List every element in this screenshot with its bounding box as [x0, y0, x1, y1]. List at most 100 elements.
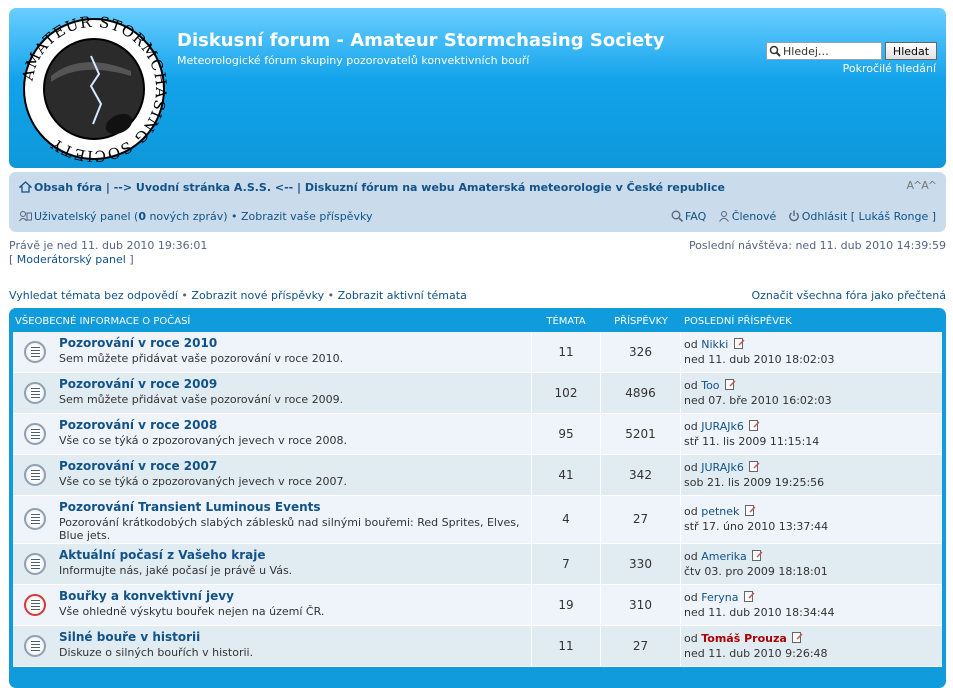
forum-title-link[interactable]: Bouřky a konvektivní jevy: [59, 589, 234, 603]
forum-read-icon: [24, 508, 46, 530]
new-messages-suffix: nových zpráv): [145, 210, 228, 223]
view-latest-post-icon[interactable]: [792, 632, 803, 643]
last-post-author-link[interactable]: JURAJk6: [701, 420, 744, 433]
last-post-author-link[interactable]: Nikki: [701, 338, 728, 351]
topic-count-value: 11: [558, 639, 574, 653]
view-latest-post-icon[interactable]: [733, 338, 745, 349]
post-count-value: 330: [629, 557, 652, 571]
forum-title-link[interactable]: Silné bouře v historii: [59, 630, 200, 644]
site-description: Meteorologické fórum skupiny pozorovatel…: [177, 54, 530, 67]
faq-icon: [671, 210, 683, 222]
forum-description: Vše co se týká o zpozorovaných jevech v …: [59, 434, 347, 447]
last-post-author-link[interactable]: petnek: [701, 505, 739, 518]
forum-title-link[interactable]: Pozorování Transient Luminous Events: [59, 500, 321, 514]
forum-title-link[interactable]: Pozorování v roce 2009: [59, 377, 217, 391]
topic-count-value: 19: [558, 598, 574, 612]
search-icon: [769, 45, 781, 57]
navbar: Obsah fóra | --> Uvodní stránka A.S.S. <…: [9, 172, 946, 232]
forum-post-count: 27: [601, 496, 681, 543]
last-post-info: od Feryna ned 11. dub 2010 18:34:44: [684, 590, 835, 620]
last-post-author-link[interactable]: Tomáš Prouza: [701, 632, 787, 645]
forum-read-icon: [24, 382, 46, 404]
forum-row: Pozorování v roce 2008 Vše co se týká o …: [13, 414, 942, 455]
forum-read-icon: [24, 464, 46, 486]
current-time: Právě je ned 11. dub 2010 19:36:01: [9, 239, 208, 252]
search-field: [766, 42, 882, 60]
forum-row: Aktuální počasí z Vašeho kraje Informujt…: [13, 544, 942, 585]
post-count-value: 27: [632, 512, 649, 526]
new-messages-link[interactable]: 0: [138, 210, 146, 223]
topic-count-value: 7: [562, 557, 570, 571]
user-panel-icon: [19, 211, 32, 222]
column-topics: Témata: [546, 316, 586, 327]
last-post-by: od: [684, 420, 702, 433]
forum-title-link[interactable]: Pozorování v roce 2008: [59, 418, 217, 432]
forum-topic-count: 102: [531, 373, 601, 413]
advanced-search-link[interactable]: Pokročilé hledání: [843, 62, 936, 75]
last-post-by: od: [684, 338, 702, 351]
forum-post-count: 310: [601, 585, 681, 625]
forum-description: Vše co se týká o zpozorovaných jevech v …: [59, 475, 347, 488]
last-post-info: od JURAJk6 stř 11. lis 2009 11:15:14: [684, 419, 819, 449]
new-posts-link[interactable]: Zobrazit nové příspěvky: [191, 289, 324, 302]
view-latest-post-icon[interactable]: [725, 379, 736, 390]
active-topics-link[interactable]: Zobrazit aktivní témata: [338, 289, 467, 302]
last-post-by: od: [684, 632, 702, 645]
forum-list: Pozorování v roce 2010 Sem můžete přidáv…: [13, 332, 942, 667]
category-link[interactable]: Všeobecné informace o počasí: [15, 316, 190, 327]
view-latest-post-icon[interactable]: [744, 505, 756, 516]
post-count-value: 4896: [625, 386, 656, 400]
forum-title-link[interactable]: Pozorování v roce 2007: [59, 459, 217, 473]
bullet-separator: •: [227, 210, 242, 223]
show-your-posts-link[interactable]: Zobrazit vaše příspěvky: [241, 210, 372, 223]
site-title[interactable]: Diskusní forum - Amateur Stormchasing So…: [177, 30, 665, 51]
forum-row: Pozorování v roce 2007 Vše co se týká o …: [13, 455, 942, 496]
unanswered-topics-link[interactable]: Vyhledat témata bez odpovědí: [9, 289, 178, 302]
column-last-post: Poslední příspěvek: [684, 316, 792, 327]
forum-row: Pozorování v roce 2009 Sem můžete přidáv…: [13, 373, 942, 414]
forum-read-icon: [24, 635, 46, 657]
breadcrumb-ass-home[interactable]: --> Uvodní stránka A.S.S. <--: [114, 181, 293, 194]
view-latest-post-icon[interactable]: [752, 550, 763, 561]
mod-bracket-open: [: [9, 253, 17, 266]
site-logo[interactable]: AMATEUR STORMCHASING SOCIETY: [21, 16, 167, 162]
last-post-author-link[interactable]: Too: [701, 379, 719, 392]
last-post-info: od Too ned 07. bře 2010 16:02:03: [684, 378, 832, 408]
column-posts: Příspěvky: [614, 316, 668, 327]
topic-count-value: 11: [558, 345, 574, 359]
logout-link[interactable]: Odhlásit [ Lukáš Ronge ]: [802, 210, 936, 223]
forum-row: Silné bouře v historii Diskuze o silných…: [13, 626, 942, 667]
topic-count-value: 4: [562, 512, 570, 526]
mark-forums-read-link[interactable]: Označit všechna fóra jako přečtená: [751, 289, 946, 302]
user-links: Uživatelský panel (0 nových zpráv) • Zob…: [19, 210, 372, 223]
faq-link[interactable]: FAQ: [685, 210, 706, 223]
forum-title-link[interactable]: Pozorování v roce 2010: [59, 336, 217, 350]
forum-post-count: 330: [601, 544, 681, 584]
view-latest-post-icon[interactable]: [743, 591, 755, 602]
search-button[interactable]: Hledat: [885, 42, 937, 60]
last-post-author-link[interactable]: Feryna: [701, 591, 738, 604]
mod-bracket-close: ]: [125, 253, 134, 266]
forum-description: Informujte nás, jaké počasí je právě u V…: [59, 564, 293, 577]
search-input[interactable]: [783, 44, 879, 58]
forum-post-count: 4896: [601, 373, 681, 413]
view-latest-post-icon[interactable]: [749, 461, 760, 472]
last-post-date: ned 11. dub 2010 18:02:03: [684, 353, 835, 366]
user-panel-link[interactable]: Uživatelský panel: [34, 210, 131, 223]
last-post-date: sob 21. lis 2009 19:25:56: [684, 476, 825, 489]
forum-title-link[interactable]: Aktuální počasí z Vašeho kraje: [59, 548, 265, 562]
breadcrumb-index[interactable]: Obsah fóra: [34, 181, 102, 194]
last-post-author-link[interactable]: JURAJk6: [701, 461, 744, 474]
last-visit: Poslední návštěva: ned 11. dub 2010 14:3…: [688, 239, 946, 252]
font-resize-toggle[interactable]: A^A^: [907, 179, 938, 192]
breadcrumb-forum[interactable]: Diskuzní fórum na webu Amaterská meteoro…: [305, 181, 725, 194]
members-link[interactable]: Členové: [732, 210, 776, 223]
bullet-separator: •: [177, 289, 192, 302]
forum-topic-count: 95: [531, 414, 601, 454]
view-latest-post-icon[interactable]: [749, 420, 760, 431]
last-post-by: od: [684, 550, 702, 563]
moderator-panel-link[interactable]: Moderátorský panel: [17, 253, 126, 266]
topic-count-value: 41: [558, 468, 574, 482]
last-post-author-link[interactable]: Amerika: [701, 550, 747, 563]
last-post-date: stř 17. úno 2010 13:37:44: [684, 520, 829, 533]
